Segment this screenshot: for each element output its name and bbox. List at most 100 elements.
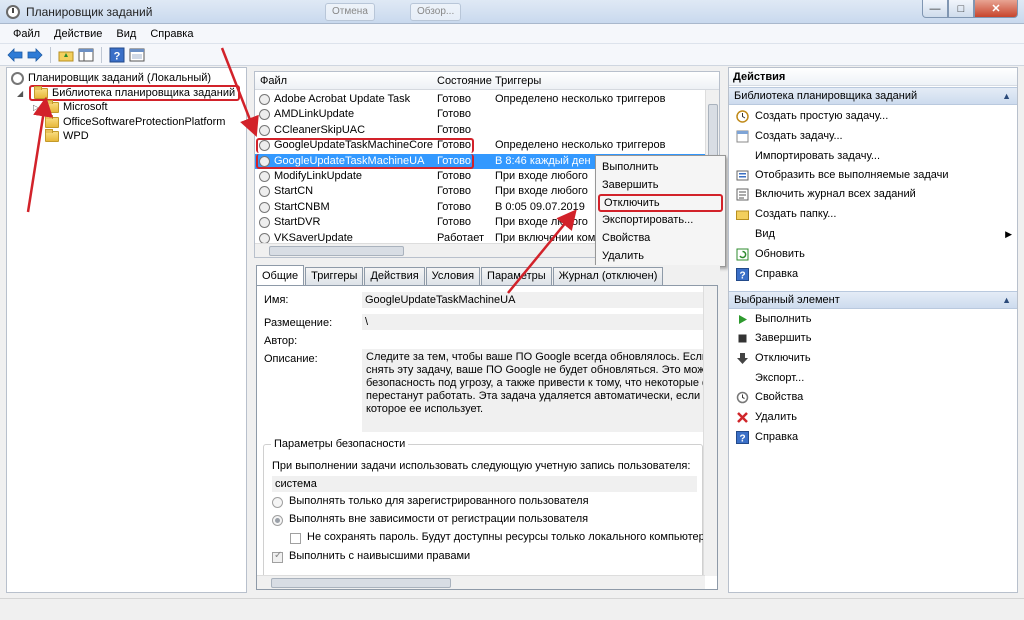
checkbox-no-password[interactable] <box>290 533 301 544</box>
action-run[interactable]: Выполнить <box>736 311 811 327</box>
task-icon <box>259 201 270 213</box>
context-export[interactable]: Экспортировать... <box>602 214 693 226</box>
forward-arrow-icon[interactable] <box>26 46 44 64</box>
checkbox-no-password-label: Не сохранять пароль. Будут доступны ресу… <box>307 531 714 543</box>
svg-text:?: ? <box>114 50 121 62</box>
help-icon: ? <box>736 430 749 444</box>
console-tree-icon[interactable] <box>77 46 95 64</box>
action-create-task[interactable]: Создать задачу... <box>736 128 843 144</box>
location-value[interactable]: \ <box>362 314 707 330</box>
action-show-running[interactable]: Отобразить все выполняемые задачи <box>736 167 949 183</box>
task-row[interactable]: CCleanerSkipUAC Готово <box>255 123 705 138</box>
back-arrow-icon[interactable] <box>6 46 24 64</box>
menu-view[interactable]: Вид <box>109 28 143 40</box>
checkbox-highest-label: Выполнить с наивысшими правами <box>289 550 471 562</box>
tab-general[interactable]: Общие <box>256 265 305 285</box>
name-label: Имя: <box>264 294 289 306</box>
maximize-button[interactable]: □ <box>948 0 974 18</box>
expand-arrow-icon[interactable]: ▷ <box>33 103 41 112</box>
tab-actions[interactable]: Действия <box>364 267 425 285</box>
task-icon <box>259 124 270 136</box>
action-view[interactable]: Вид ▶ <box>736 226 1012 242</box>
scroll-thumb[interactable] <box>271 578 451 588</box>
checkbox-highest-privileges[interactable] <box>272 550 283 563</box>
action-help-selected[interactable]: ? Справка <box>736 429 798 445</box>
description-text[interactable]: Следите за тем, чтобы ваше ПО Google все… <box>362 349 707 432</box>
context-disable[interactable]: Отключить <box>598 194 723 212</box>
menu-bar: Файл Действие Вид Справка <box>0 24 1024 44</box>
context-properties[interactable]: Свойства <box>602 232 650 244</box>
submenu-arrow-icon: ▶ <box>1005 228 1012 239</box>
action-properties[interactable]: Свойства <box>736 389 803 405</box>
collapse-icon[interactable]: ▲ <box>1002 91 1011 101</box>
close-button[interactable]: ✕ <box>974 0 1018 18</box>
tree-item-library-label: Библиотека планировщика заданий <box>52 87 236 99</box>
description-label: Описание: <box>264 353 318 365</box>
running-tasks-icon <box>736 169 749 182</box>
annotation-highlight <box>256 153 474 169</box>
action-disable[interactable]: Отключить <box>736 350 811 366</box>
toolbar: ? <box>0 44 1024 66</box>
action-create-basic-task[interactable]: Создать простую задачу... <box>736 108 888 124</box>
task-row[interactable]: Adobe Acrobat Update Task Готово Определен… <box>255 92 705 107</box>
action-export[interactable]: Экспорт... <box>736 370 804 386</box>
vertical-scrollbar[interactable] <box>703 286 717 576</box>
refresh-icon <box>736 248 749 261</box>
tab-history[interactable]: Журнал (отключен) <box>552 267 664 285</box>
task-trigger: При входе любого <box>495 185 588 198</box>
task-detail-pane: Общие Триггеры Действия Условия Параметр… <box>254 265 720 593</box>
menu-help[interactable]: Справка <box>143 28 200 40</box>
action-refresh[interactable]: Обновить <box>736 246 805 262</box>
radio-regardless[interactable] <box>272 515 283 526</box>
collapse-arrow-icon[interactable]: ◢ <box>17 89 25 98</box>
task-list-header: Файл Состояние Триггеры <box>255 72 719 90</box>
section-library[interactable]: Библиотека планировщика заданий ▲ <box>729 87 1017 105</box>
context-delete[interactable]: Удалить <box>602 250 644 262</box>
tab-settings[interactable]: Параметры <box>481 267 552 285</box>
action-import-task[interactable]: Импортировать задачу... <box>736 148 880 164</box>
svg-text:?: ? <box>739 433 745 444</box>
section-selected[interactable]: Выбранный элемент ▲ <box>729 291 1017 309</box>
folder-up-icon[interactable] <box>57 46 75 64</box>
task-row[interactable]: GoogleUpdateTaskMachineCore Готово Определ… <box>255 138 705 154</box>
menu-action[interactable]: Действие <box>47 28 109 40</box>
task-icon <box>259 217 270 229</box>
task-name: ModifyLinkUpdate <box>274 170 363 182</box>
properties-icon[interactable] <box>128 46 146 64</box>
column-header-triggers[interactable]: Триггеры <box>495 75 541 87</box>
account-prompt: При выполнении задачи использовать следу… <box>272 460 691 472</box>
column-header-file[interactable]: Файл <box>260 75 287 87</box>
context-run[interactable]: Выполнить <box>602 161 658 173</box>
tree-root-label: Планировщик заданий (Локальный) <box>28 72 212 84</box>
action-delete[interactable]: Удалить <box>736 409 797 425</box>
action-enable-history[interactable]: Включить журнал всех заданий <box>736 186 916 202</box>
tree-item-microsoft[interactable]: ▷ Microsoft <box>33 99 108 115</box>
svg-text:?: ? <box>739 270 745 281</box>
menu-file[interactable]: Файл <box>6 28 47 40</box>
tab-conditions[interactable]: Условия <box>425 267 481 285</box>
action-help[interactable]: ? Справка <box>736 266 798 282</box>
task-name: StartCNBM <box>274 200 330 213</box>
context-end[interactable]: Завершить <box>602 179 658 191</box>
horizontal-scrollbar[interactable] <box>257 575 705 589</box>
tree-root[interactable]: Планировщик заданий (Локальный) <box>11 70 211 86</box>
collapse-icon[interactable]: ▲ <box>1002 295 1011 305</box>
task-name: StartCN <box>274 185 314 198</box>
play-icon <box>736 313 749 326</box>
name-value[interactable]: GoogleUpdateTaskMachineUA <box>362 292 707 308</box>
window-controls: — □ ✕ <box>922 0 1018 18</box>
scroll-thumb[interactable] <box>269 246 404 256</box>
column-header-state[interactable]: Состояние <box>437 75 492 87</box>
task-trigger: При входе любого <box>495 216 588 229</box>
radio-only-registered[interactable] <box>272 497 283 508</box>
action-new-folder[interactable]: Создать папку... <box>736 206 836 222</box>
console-tree: Планировщик заданий (Локальный) ◢ Библио… <box>6 67 247 593</box>
tab-triggers[interactable]: Триггеры <box>305 267 364 285</box>
tree-item-wpd[interactable]: WPD <box>33 128 89 144</box>
help-icon[interactable]: ? <box>108 46 126 64</box>
task-row[interactable]: AMDLinkUpdate Готово <box>255 107 705 122</box>
action-end[interactable]: Завершить <box>736 330 811 346</box>
tree-item-label: Microsoft <box>63 101 108 113</box>
clock-icon <box>11 71 24 85</box>
minimize-button[interactable]: — <box>922 0 948 18</box>
